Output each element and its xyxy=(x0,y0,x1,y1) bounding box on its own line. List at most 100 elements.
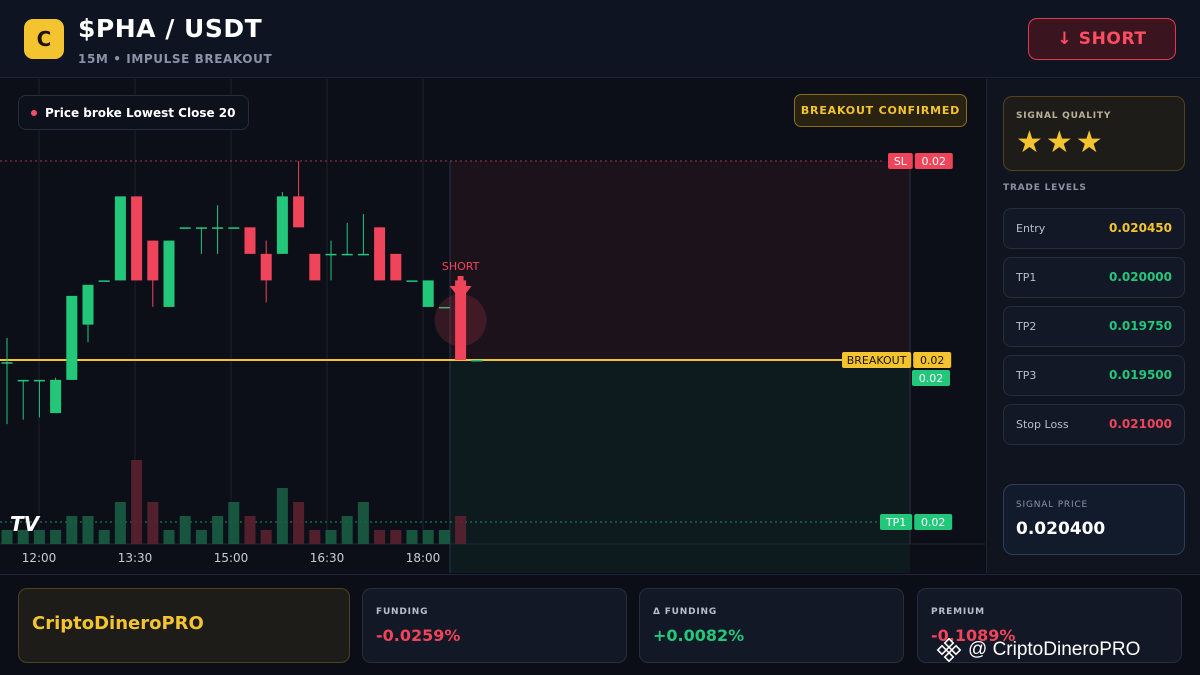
volume-bar xyxy=(406,530,418,544)
level-row-tp3: TP3 0.019500 xyxy=(1003,355,1185,396)
candle-body xyxy=(325,253,337,256)
signal-price-card: SIGNAL PRICE 0.020400 xyxy=(1003,484,1185,555)
candle-body xyxy=(147,240,159,281)
candle-body xyxy=(244,227,256,254)
tp1-tag-label: TP1 xyxy=(885,516,906,529)
candle-body xyxy=(179,227,191,229)
current-price-label: 0.02 xyxy=(919,372,944,385)
app-logo: C xyxy=(24,19,64,59)
breakout-price-label: 0.02 xyxy=(920,354,945,367)
trade-levels-title: TRADE LEVELS xyxy=(1003,183,1087,193)
header-bar: C $PHA / USDT 15M • IMPULSE BREAKOUT ↓ S… xyxy=(0,0,1200,78)
candle-body xyxy=(276,196,288,254)
volume-bar xyxy=(390,530,402,544)
volume-bar xyxy=(66,516,78,544)
delta-funding-card: Δ FUNDING +0.0082% xyxy=(639,588,904,663)
level-value: 0.019500 xyxy=(1108,368,1172,382)
signal-price-value: 0.020400 xyxy=(1016,519,1106,539)
x-tick-label: 12:00 xyxy=(22,551,57,565)
candle-body xyxy=(260,253,272,281)
candle-body xyxy=(82,284,94,325)
watermark: @ CriptoDineroPRO xyxy=(936,637,1196,663)
level-label: Entry xyxy=(1016,222,1046,235)
level-row-tp2: TP2 0.019750 xyxy=(1003,306,1185,347)
volume-bar xyxy=(147,502,159,544)
candle-body xyxy=(17,379,29,382)
level-value: 0.020450 xyxy=(1108,221,1172,235)
short-button[interactable]: ↓ SHORT xyxy=(1028,18,1176,60)
candle-body xyxy=(471,360,483,362)
pair-title: $PHA / USDT xyxy=(78,14,263,43)
candle-body xyxy=(341,253,353,256)
brand-card: CriptoDineroPRO xyxy=(18,588,350,663)
candle-body xyxy=(406,280,418,282)
volume-bar xyxy=(309,530,321,544)
candle-body xyxy=(33,379,45,382)
volume-bar xyxy=(260,530,272,544)
level-label: TP2 xyxy=(1016,320,1037,333)
volume-bar xyxy=(98,530,110,544)
breakout-tag-label: BREAKOUT xyxy=(847,354,907,367)
stop-loss-zone xyxy=(450,161,910,360)
volume-bar xyxy=(163,530,175,544)
level-row-stop-loss: Stop Loss 0.021000 xyxy=(1003,404,1185,445)
candle-body xyxy=(374,227,386,281)
candle-body xyxy=(195,227,207,229)
price-chart[interactable]: SHORT SL 0.02 BREAKOUT 0.02 0.02 TP1 0.02 12:00 1… xyxy=(0,79,985,573)
short-marker-label: SHORT xyxy=(442,260,480,273)
breakout-confirmed-badge: BREAKOUT CONFIRMED xyxy=(794,94,967,127)
level-label: TP3 xyxy=(1016,369,1037,382)
volume-bar xyxy=(82,516,94,544)
level-row-tp1: TP1 0.020000 xyxy=(1003,257,1185,298)
funding-card: FUNDING -0.0259% xyxy=(362,588,627,663)
candle-body xyxy=(1,362,13,364)
star-rating-icon: ★★★ xyxy=(1016,125,1106,160)
tradingview-logo-icon: TV xyxy=(10,512,41,536)
sl-tag-label: SL xyxy=(894,155,908,168)
volume-bar xyxy=(50,530,62,544)
target-zone xyxy=(450,360,910,573)
level-value: 0.019750 xyxy=(1108,319,1172,333)
watermark-text: @ CriptoDineroPRO xyxy=(968,639,1141,660)
chart-canvas: SHORT SL 0.02 BREAKOUT 0.02 0.02 TP1 0.02 12:00 1… xyxy=(0,79,985,573)
binance-logo-icon xyxy=(936,638,962,662)
volume-bar xyxy=(244,516,256,544)
x-tick-label: 15:00 xyxy=(214,551,249,565)
status-dot-icon xyxy=(31,109,37,116)
candle-body xyxy=(212,227,224,229)
candle-body xyxy=(114,196,126,281)
level-row-entry: Entry 0.020450 xyxy=(1003,208,1185,249)
volume-bar xyxy=(455,516,467,544)
volume-bar xyxy=(195,530,207,544)
x-tick-label: 16:30 xyxy=(310,551,345,565)
candle-body xyxy=(131,196,143,281)
x-tick-label: 13:30 xyxy=(118,551,153,565)
delta-funding-label: Δ FUNDING xyxy=(653,607,718,617)
status-pill-text: Price broke Lowest Close 20 xyxy=(45,105,236,120)
volume-bar xyxy=(341,516,353,544)
volume-bar xyxy=(325,530,337,544)
pair-subtitle: 15M • IMPULSE BREAKOUT xyxy=(78,52,273,66)
candle-body xyxy=(98,280,110,282)
volume-bar xyxy=(131,460,143,544)
volume-bar xyxy=(228,502,240,544)
tp1-price-label: 0.02 xyxy=(921,516,946,529)
candle-body xyxy=(228,227,240,229)
signal-quality-label: SIGNAL QUALITY xyxy=(1016,111,1112,121)
short-arrow-stem xyxy=(457,276,464,286)
premium-label: PREMIUM xyxy=(931,607,985,617)
volume-bar xyxy=(293,502,305,544)
sl-price-label: 0.02 xyxy=(922,155,947,168)
candle-body xyxy=(422,280,434,307)
candle-body xyxy=(293,196,305,228)
candle-body xyxy=(309,253,321,281)
signal-price-label: SIGNAL PRICE xyxy=(1016,500,1089,510)
level-value: 0.021000 xyxy=(1108,417,1172,431)
volume-bar xyxy=(179,516,191,544)
level-label: Stop Loss xyxy=(1016,418,1069,431)
volume-bar xyxy=(438,530,450,544)
x-tick-label: 18:00 xyxy=(406,551,441,565)
delta-funding-value: +0.0082% xyxy=(653,626,745,645)
signal-sidebar: SIGNAL QUALITY ★★★ TRADE LEVELS Entry 0.… xyxy=(986,79,1200,573)
volume-bar xyxy=(422,530,434,544)
